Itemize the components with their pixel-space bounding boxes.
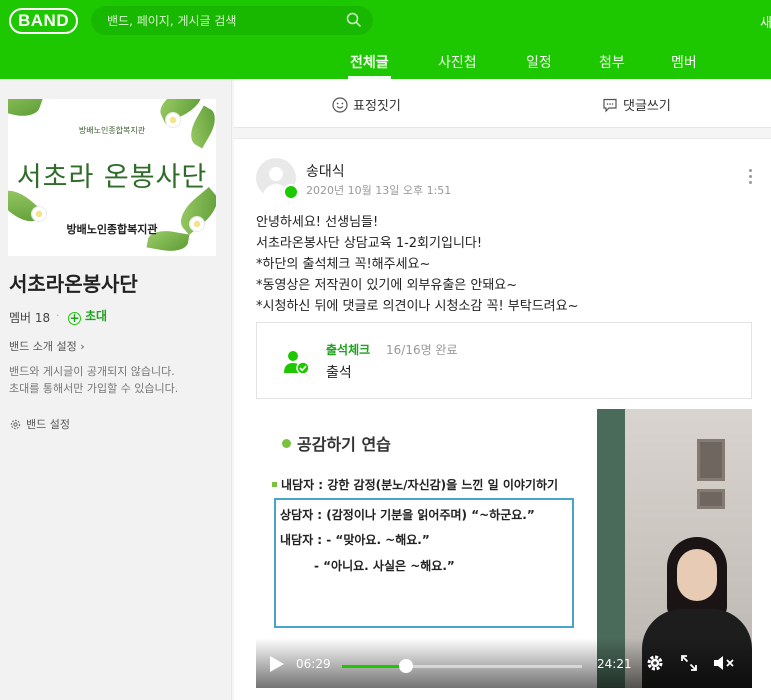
mute-icon[interactable]	[712, 654, 738, 672]
privacy-line-1: 밴드와 게시글이 공개되지 않습니다.	[9, 365, 175, 378]
seek-bar-fill	[342, 665, 406, 668]
band-setting-link[interactable]: 밴드 설정	[9, 416, 70, 432]
member-count[interactable]: 멤버 18	[9, 309, 50, 326]
seek-handle[interactable]	[398, 659, 413, 673]
privacy-line-2: 초대를 통해서만 가입할 수 있습니다.	[9, 382, 179, 395]
band-logo[interactable]: BAND	[9, 8, 79, 34]
video-player[interactable]: 공감하기 연습 내담자 : 강한 감정(분노/자신감)을 느낀 일 이야기하기 …	[256, 409, 752, 688]
attendance-count: 16/16명 완료	[386, 343, 458, 357]
slide-box-line: - “아니요. 사실은 ~해요.”	[314, 559, 455, 573]
leader-crown-icon	[283, 184, 299, 200]
emoji-button[interactable]: 표정짓기	[332, 95, 401, 114]
smiley-icon	[332, 97, 348, 113]
chevron-right-icon: ›	[80, 340, 85, 353]
post-line: *시청하신 뒤에 댓글로 의견이나 시청소감 꼭! 부탁드려요~	[256, 299, 579, 314]
post-line: 서초라온봉사단 상담교육 1-2회기입니다!	[256, 236, 483, 251]
attendance-card[interactable]: 출석체크 16/16명 완료 출석	[256, 322, 752, 399]
cover-org-name: 방배노인종합복지관	[66, 223, 158, 236]
slide-box-line: 내담자 : - “맞아요. ~해요.”	[280, 533, 430, 547]
band-cover-image[interactable]: 방배노인종합복지관 서초라 온봉사단 방배노인종합복지관	[8, 99, 216, 256]
search-input[interactable]	[107, 11, 327, 30]
comment-icon	[603, 98, 617, 113]
more-options-icon[interactable]	[749, 169, 753, 187]
gear-icon	[10, 419, 21, 430]
tab-bar: 전체글 사진첩 일정 첨부 멤버	[0, 44, 771, 79]
current-time: 06:29	[296, 657, 331, 671]
separator-dot: ·	[56, 309, 60, 322]
tab-all-posts[interactable]: 전체글	[348, 52, 391, 79]
invite-label: 초대	[85, 309, 108, 323]
slide-line: 내담자 : 강한 감정(분노/자신감)을 느낀 일 이야기하기	[272, 476, 558, 493]
plus-icon: +	[68, 311, 81, 325]
top-bar: BAND 새	[0, 0, 771, 44]
video-controls: 06:29 24:21	[256, 638, 752, 688]
post-card: 송대식 2020년 10월 13일 오후 1:51 안녕하세요! 선생님들! 서…	[234, 138, 771, 700]
attendance-check-icon	[284, 351, 310, 375]
cover-small-text: 방배노인종합복지관	[78, 126, 146, 135]
header-right-text[interactable]: 새	[760, 12, 771, 31]
tab-schedule[interactable]: 일정	[526, 52, 552, 72]
post-line: *동영상은 저작권이 있기에 외부유출은 안돼요~	[256, 278, 518, 293]
tab-attachments[interactable]: 첨부	[599, 52, 625, 72]
privacy-notice: 밴드와 게시글이 공개되지 않습니다. 초대를 통해서만 가입할 수 있습니다.	[9, 363, 219, 397]
total-time: 24:21	[597, 657, 632, 671]
invite-button[interactable]: + 초대	[68, 307, 107, 325]
post-date: 2020년 10월 13일 오후 1:51	[306, 184, 452, 197]
play-icon[interactable]	[270, 656, 284, 672]
fullscreen-icon[interactable]	[680, 654, 698, 672]
settings-gear-icon[interactable]	[646, 654, 664, 672]
post-line: 안녕하세요! 선생님들!	[256, 215, 379, 230]
search-icon[interactable]	[346, 12, 362, 28]
slide-box-line: 상담자 : (감정이나 기분을 읽어주며) “~하군요.”	[280, 508, 535, 522]
search-box[interactable]	[91, 6, 373, 35]
comment-button[interactable]: 댓글쓰기	[602, 95, 671, 114]
band-intro-setting-link[interactable]: 밴드 소개 설정 ›	[9, 338, 85, 354]
band-name: 서초라온봉사단	[9, 272, 138, 296]
cover-title: 서초라 온봉사단	[16, 162, 208, 193]
post-action-bar: 표정짓기 댓글쓰기	[234, 79, 771, 128]
post-body: 안녕하세요! 선생님들! 서초라온봉사단 상담교육 1-2회기입니다! *하단의…	[256, 212, 578, 317]
seek-bar[interactable]	[342, 659, 582, 673]
post-author[interactable]: 송대식	[306, 161, 345, 181]
tab-members[interactable]: 멤버	[671, 52, 697, 72]
post-line: *하단의 출석체크 꼭!해주세요~	[256, 257, 431, 272]
slide-heading: 공감하기 연습	[282, 431, 391, 455]
tab-photos[interactable]: 사진첩	[438, 52, 477, 72]
attendance-subtitle: 출석	[326, 365, 352, 381]
attendance-title: 출석체크	[326, 343, 371, 357]
